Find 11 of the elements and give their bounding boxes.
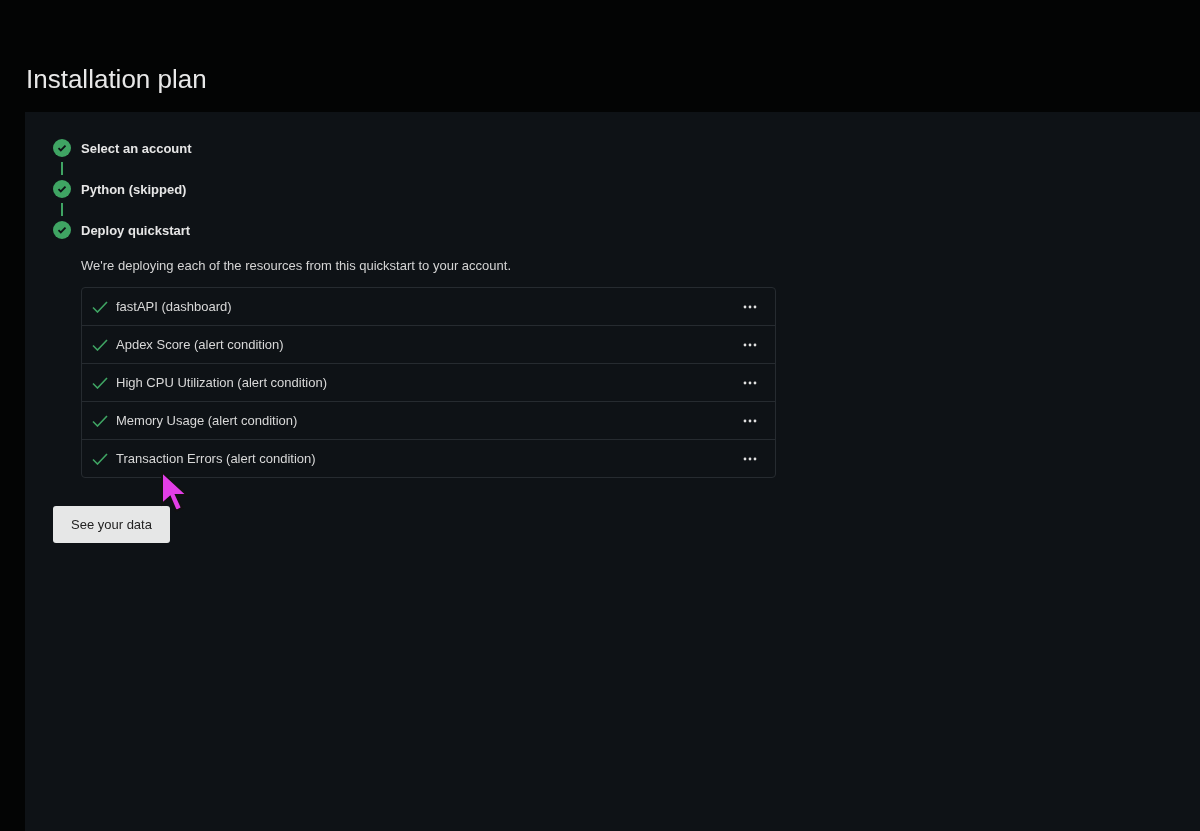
resource-label: Transaction Errors (alert condition) [116, 451, 317, 466]
step-label: Select an account [81, 140, 192, 156]
description-text: We're deploying each of the resources from this quickstart to your account. [81, 258, 512, 273]
see-data-button[interactable]: See your data [53, 506, 170, 543]
resource-label: High CPU Utilization (alert condition) [116, 375, 328, 390]
resource-label: Memory Usage (alert condition) [116, 413, 299, 428]
step-label: Python (skipped) [81, 181, 187, 197]
page-title: Installation plan [25, 63, 208, 96]
step-label: Deploy quickstart [81, 222, 191, 238]
resource-label: fastAPI (dashboard) [116, 299, 233, 314]
resource-label: Apdex Score (alert condition) [116, 337, 285, 352]
